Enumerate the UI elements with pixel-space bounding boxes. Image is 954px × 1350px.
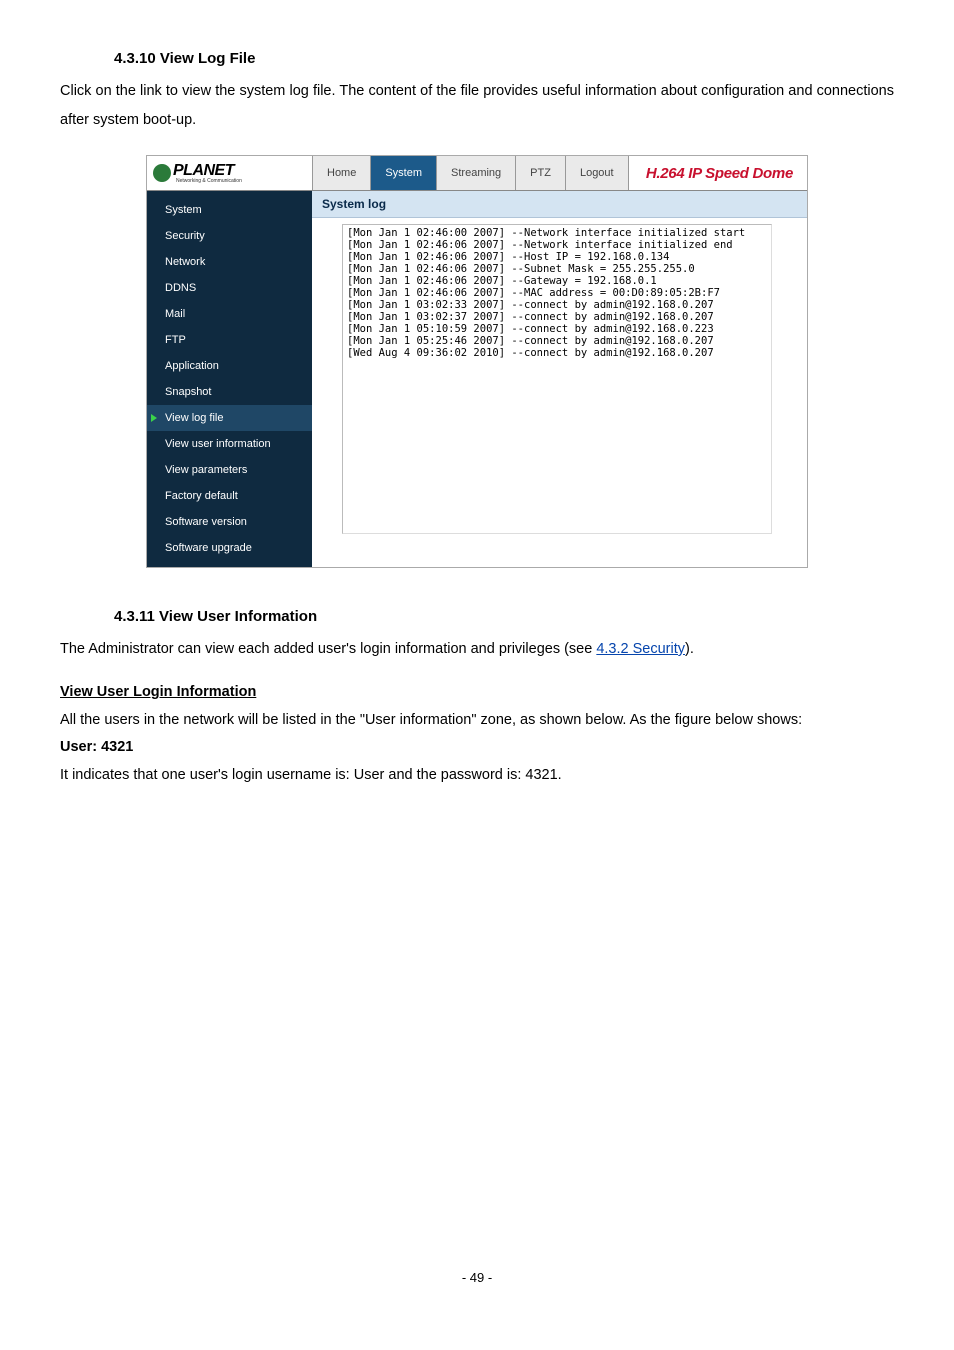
screenshot-system-log: PLANET Networking & Communication HomeSy… [146,155,808,568]
log-line: [Mon Jan 1 02:46:06 2007] --Network inte… [347,239,767,251]
screenshot-topbar: PLANET Networking & Communication HomeSy… [147,156,807,191]
tab-system[interactable]: System [370,156,436,190]
section1-paragraph: Click on the link to view the system log… [60,77,894,135]
log-line: [Wed Aug 4 09:36:02 2010] --connect by a… [347,347,767,359]
sidebar-item-security[interactable]: Security [147,223,312,249]
tab-ptz[interactable]: PTZ [515,156,565,190]
log-line: [Mon Jan 1 05:10:59 2007] --connect by a… [347,323,767,335]
sidebar-item-snapshot[interactable]: Snapshot [147,379,312,405]
security-link[interactable]: 4.3.2 Security [596,641,685,657]
user-4321: User: 4321 [60,739,894,755]
brand-text: H.264 IP Speed Dome [646,165,793,182]
main-pane: System log [Mon Jan 1 02:46:00 2007] --N… [312,191,807,567]
view-user-login-heading: View User Login Information [60,684,894,700]
tab-home[interactable]: Home [312,156,370,190]
sidebar-item-view-log-file[interactable]: View log file [147,405,312,431]
sidebar-item-factory-default[interactable]: Factory default [147,483,312,509]
section2-para3: It indicates that one user's login usern… [60,761,894,790]
sidebar-item-view-user-information[interactable]: View user information [147,431,312,457]
section2-para2: All the users in the network will be lis… [60,706,894,735]
sidebar-item-view-parameters[interactable]: View parameters [147,457,312,483]
tab-streaming[interactable]: Streaming [436,156,515,190]
pane-title: System log [312,191,807,218]
section2-para-suffix: ). [685,641,694,657]
sidebar-item-software-version[interactable]: Software version [147,509,312,535]
sidebar-item-mail[interactable]: Mail [147,301,312,327]
logo-subtext: Networking & Communication [176,178,242,184]
log-line: [Mon Jan 1 03:02:37 2007] --connect by a… [347,311,767,323]
log-line: [Mon Jan 1 03:02:33 2007] --connect by a… [347,299,767,311]
section-heading-1: 4.3.10 View Log File [114,50,894,67]
sidebar-item-software-upgrade[interactable]: Software upgrade [147,535,312,561]
section-heading-2: 4.3.11 View User Information [114,608,894,625]
tabs: HomeSystemStreamingPTZLogout [312,156,628,190]
log-textarea[interactable]: [Mon Jan 1 02:46:00 2007] --Network inte… [342,224,772,534]
sidebar-item-network[interactable]: Network [147,249,312,275]
log-line: [Mon Jan 1 02:46:06 2007] --Host IP = 19… [347,251,767,263]
logo-icon [153,164,171,182]
log-line: [Mon Jan 1 02:46:00 2007] --Network inte… [347,227,767,239]
section2-para-prefix: The Administrator can view each added us… [60,641,596,657]
log-line: [Mon Jan 1 05:25:46 2007] --connect by a… [347,335,767,347]
sidebar-item-application[interactable]: Application [147,353,312,379]
log-line: [Mon Jan 1 02:46:06 2007] --MAC address … [347,287,767,299]
logo-text: PLANET [173,162,234,179]
sidebar-item-system[interactable]: System [147,197,312,223]
log-line: [Mon Jan 1 02:46:06 2007] --Subnet Mask … [347,263,767,275]
sidebar: SystemSecurityNetworkDDNSMailFTPApplicat… [147,191,312,567]
logo: PLANET Networking & Communication [147,156,312,190]
sidebar-item-ddns[interactable]: DDNS [147,275,312,301]
screenshot-content: SystemSecurityNetworkDDNSMailFTPApplicat… [147,191,807,567]
sidebar-item-ftp[interactable]: FTP [147,327,312,353]
page-number: - 49 - [60,1270,894,1285]
brand-cell: H.264 IP Speed Dome [628,156,807,190]
log-line: [Mon Jan 1 02:46:06 2007] --Gateway = 19… [347,275,767,287]
section2-paragraph: The Administrator can view each added us… [60,635,894,664]
tab-logout[interactable]: Logout [565,156,628,190]
